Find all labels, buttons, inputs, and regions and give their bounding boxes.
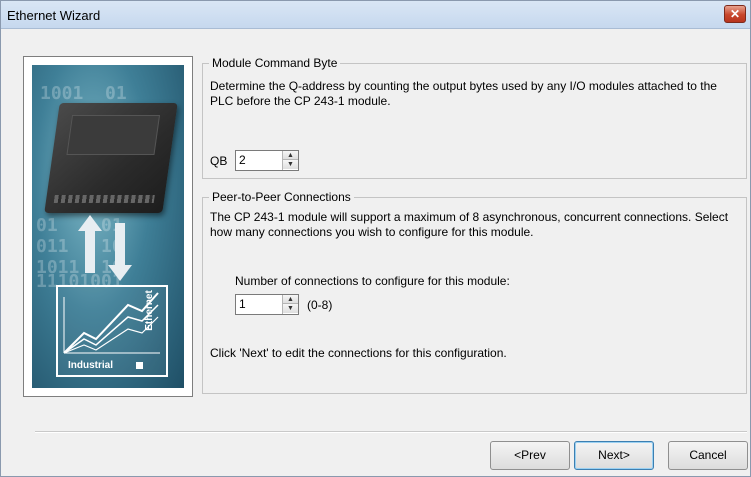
close-icon: ✕ — [729, 7, 741, 21]
plc-network-illustration: 1001 01 01 01 011 10 1011 10 11101001 — [32, 65, 184, 388]
plc-front-panel — [66, 115, 161, 155]
connections-spinner[interactable]: 1 ▲ ▼ — [235, 294, 299, 315]
close-button[interactable]: ✕ — [724, 5, 746, 23]
badge-text-ethernet: Ethernet — [144, 290, 156, 331]
badge-square-icon — [136, 362, 143, 369]
window-title: Ethernet Wizard — [7, 8, 101, 23]
module-command-byte-group: Module Command Byte Determine the Q-addr… — [202, 56, 747, 179]
spin-down-arrow-icon[interactable]: ▼ — [283, 160, 298, 169]
cancel-button[interactable]: Cancel — [668, 441, 748, 470]
next-button[interactable]: Next> — [574, 441, 654, 470]
prev-button[interactable]: <Prev — [490, 441, 570, 470]
plc-device-icon — [44, 103, 178, 213]
qb-spinner-buttons: ▲ ▼ — [282, 151, 298, 170]
plc-terminal-strip — [53, 195, 155, 203]
qb-spinner-value[interactable]: 2 — [239, 153, 246, 167]
connections-spinner-buttons: ▲ ▼ — [282, 295, 298, 314]
module-command-byte-description: Determine the Q-address by counting the … — [210, 79, 717, 108]
title-bar[interactable]: Ethernet Wizard ✕ — [1, 1, 750, 29]
peer-to-peer-legend: Peer-to-Peer Connections — [209, 190, 354, 204]
connections-count-label: Number of connections to configure for t… — [235, 274, 510, 288]
qb-label: QB — [210, 154, 228, 168]
peer-to-peer-group: Peer-to-Peer Connections The CP 243-1 mo… — [202, 190, 747, 394]
badge-text-industrial: Industrial — [68, 360, 114, 371]
footer-separator — [35, 431, 747, 433]
wizard-illustration-frame: 1001 01 01 01 011 10 1011 10 11101001 — [23, 56, 193, 397]
up-down-arrows-icon — [78, 215, 132, 281]
spin-up-arrow-icon[interactable]: ▲ — [283, 151, 298, 160]
spin-up-arrow-icon[interactable]: ▲ — [283, 295, 298, 304]
connections-range-hint: (0-8) — [307, 298, 333, 312]
qb-spinner[interactable]: 2 ▲ ▼ — [235, 150, 299, 171]
peer-to-peer-description: The CP 243-1 module will support a maxim… — [210, 210, 729, 239]
spin-down-arrow-icon[interactable]: ▼ — [283, 304, 298, 313]
next-instructions: Click 'Next' to edit the connections for… — [210, 346, 507, 360]
binary-pattern-top: 1001 01 — [40, 83, 127, 104]
connections-spinner-value[interactable]: 1 — [239, 297, 246, 311]
module-command-byte-legend: Module Command Byte — [209, 56, 341, 70]
ethernet-wizard-window: Ethernet Wizard ✕ 1001 01 01 01 011 10 1… — [0, 0, 751, 477]
industrial-ethernet-logo: Industrial Ethernet — [56, 285, 168, 377]
